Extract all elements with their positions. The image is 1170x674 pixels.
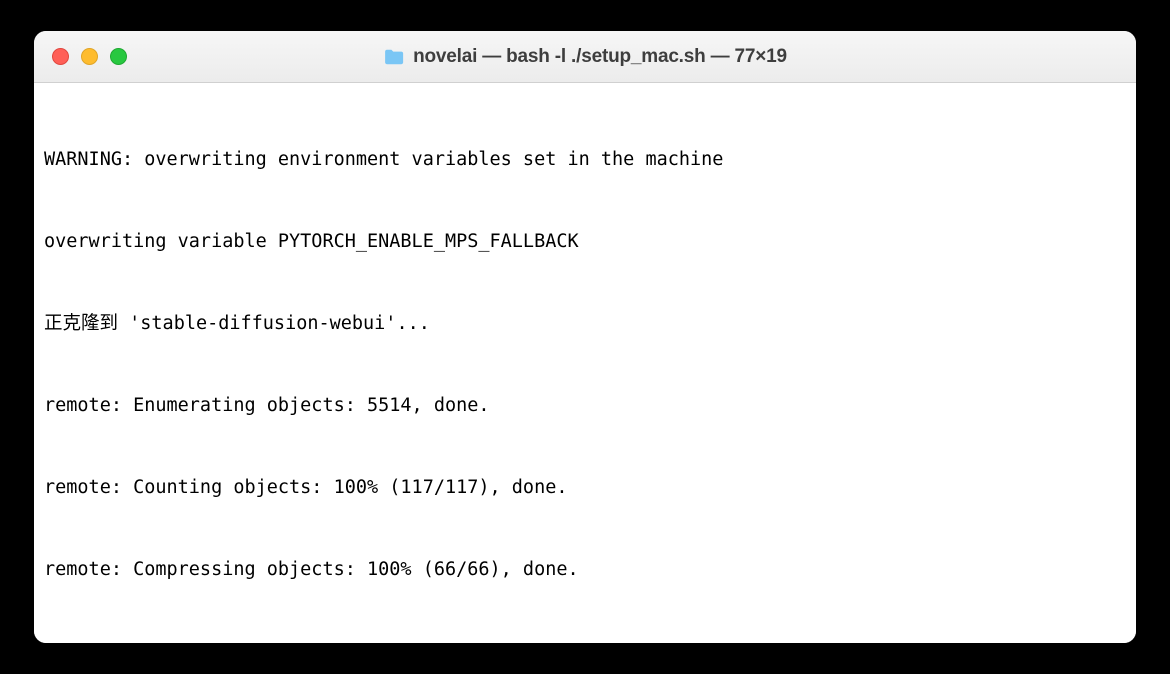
terminal-line: remote: Counting objects: 100% (117/117)… [44,474,1126,501]
close-button[interactable] [52,48,69,65]
window-title: novelai — bash -l ./setup_mac.sh — 77×19 [413,46,787,68]
terminal-content[interactable]: WARNING: overwriting environment variabl… [34,83,1136,643]
traffic-lights [52,48,127,65]
terminal-line: remote: Enumerating objects: 5514, done. [44,392,1126,419]
maximize-button[interactable] [110,48,127,65]
terminal-line: overwriting variable PYTORCH_ENABLE_MPS_… [44,228,1126,255]
terminal-line: remote: Compressing objects: 100% (66/66… [44,556,1126,583]
minimize-button[interactable] [81,48,98,65]
terminal-line: WARNING: overwriting environment variabl… [44,146,1126,173]
folder-icon [383,48,405,66]
terminal-line: remote: Total 5514 (delta 63), reused 95… [44,639,1126,644]
title-wrapper: novelai — bash -l ./setup_mac.sh — 77×19 [383,46,787,68]
terminal-window: novelai — bash -l ./setup_mac.sh — 77×19… [34,31,1136,643]
titlebar[interactable]: novelai — bash -l ./setup_mac.sh — 77×19 [34,31,1136,83]
terminal-line: 正克隆到 'stable-diffusion-webui'... [44,310,1126,337]
